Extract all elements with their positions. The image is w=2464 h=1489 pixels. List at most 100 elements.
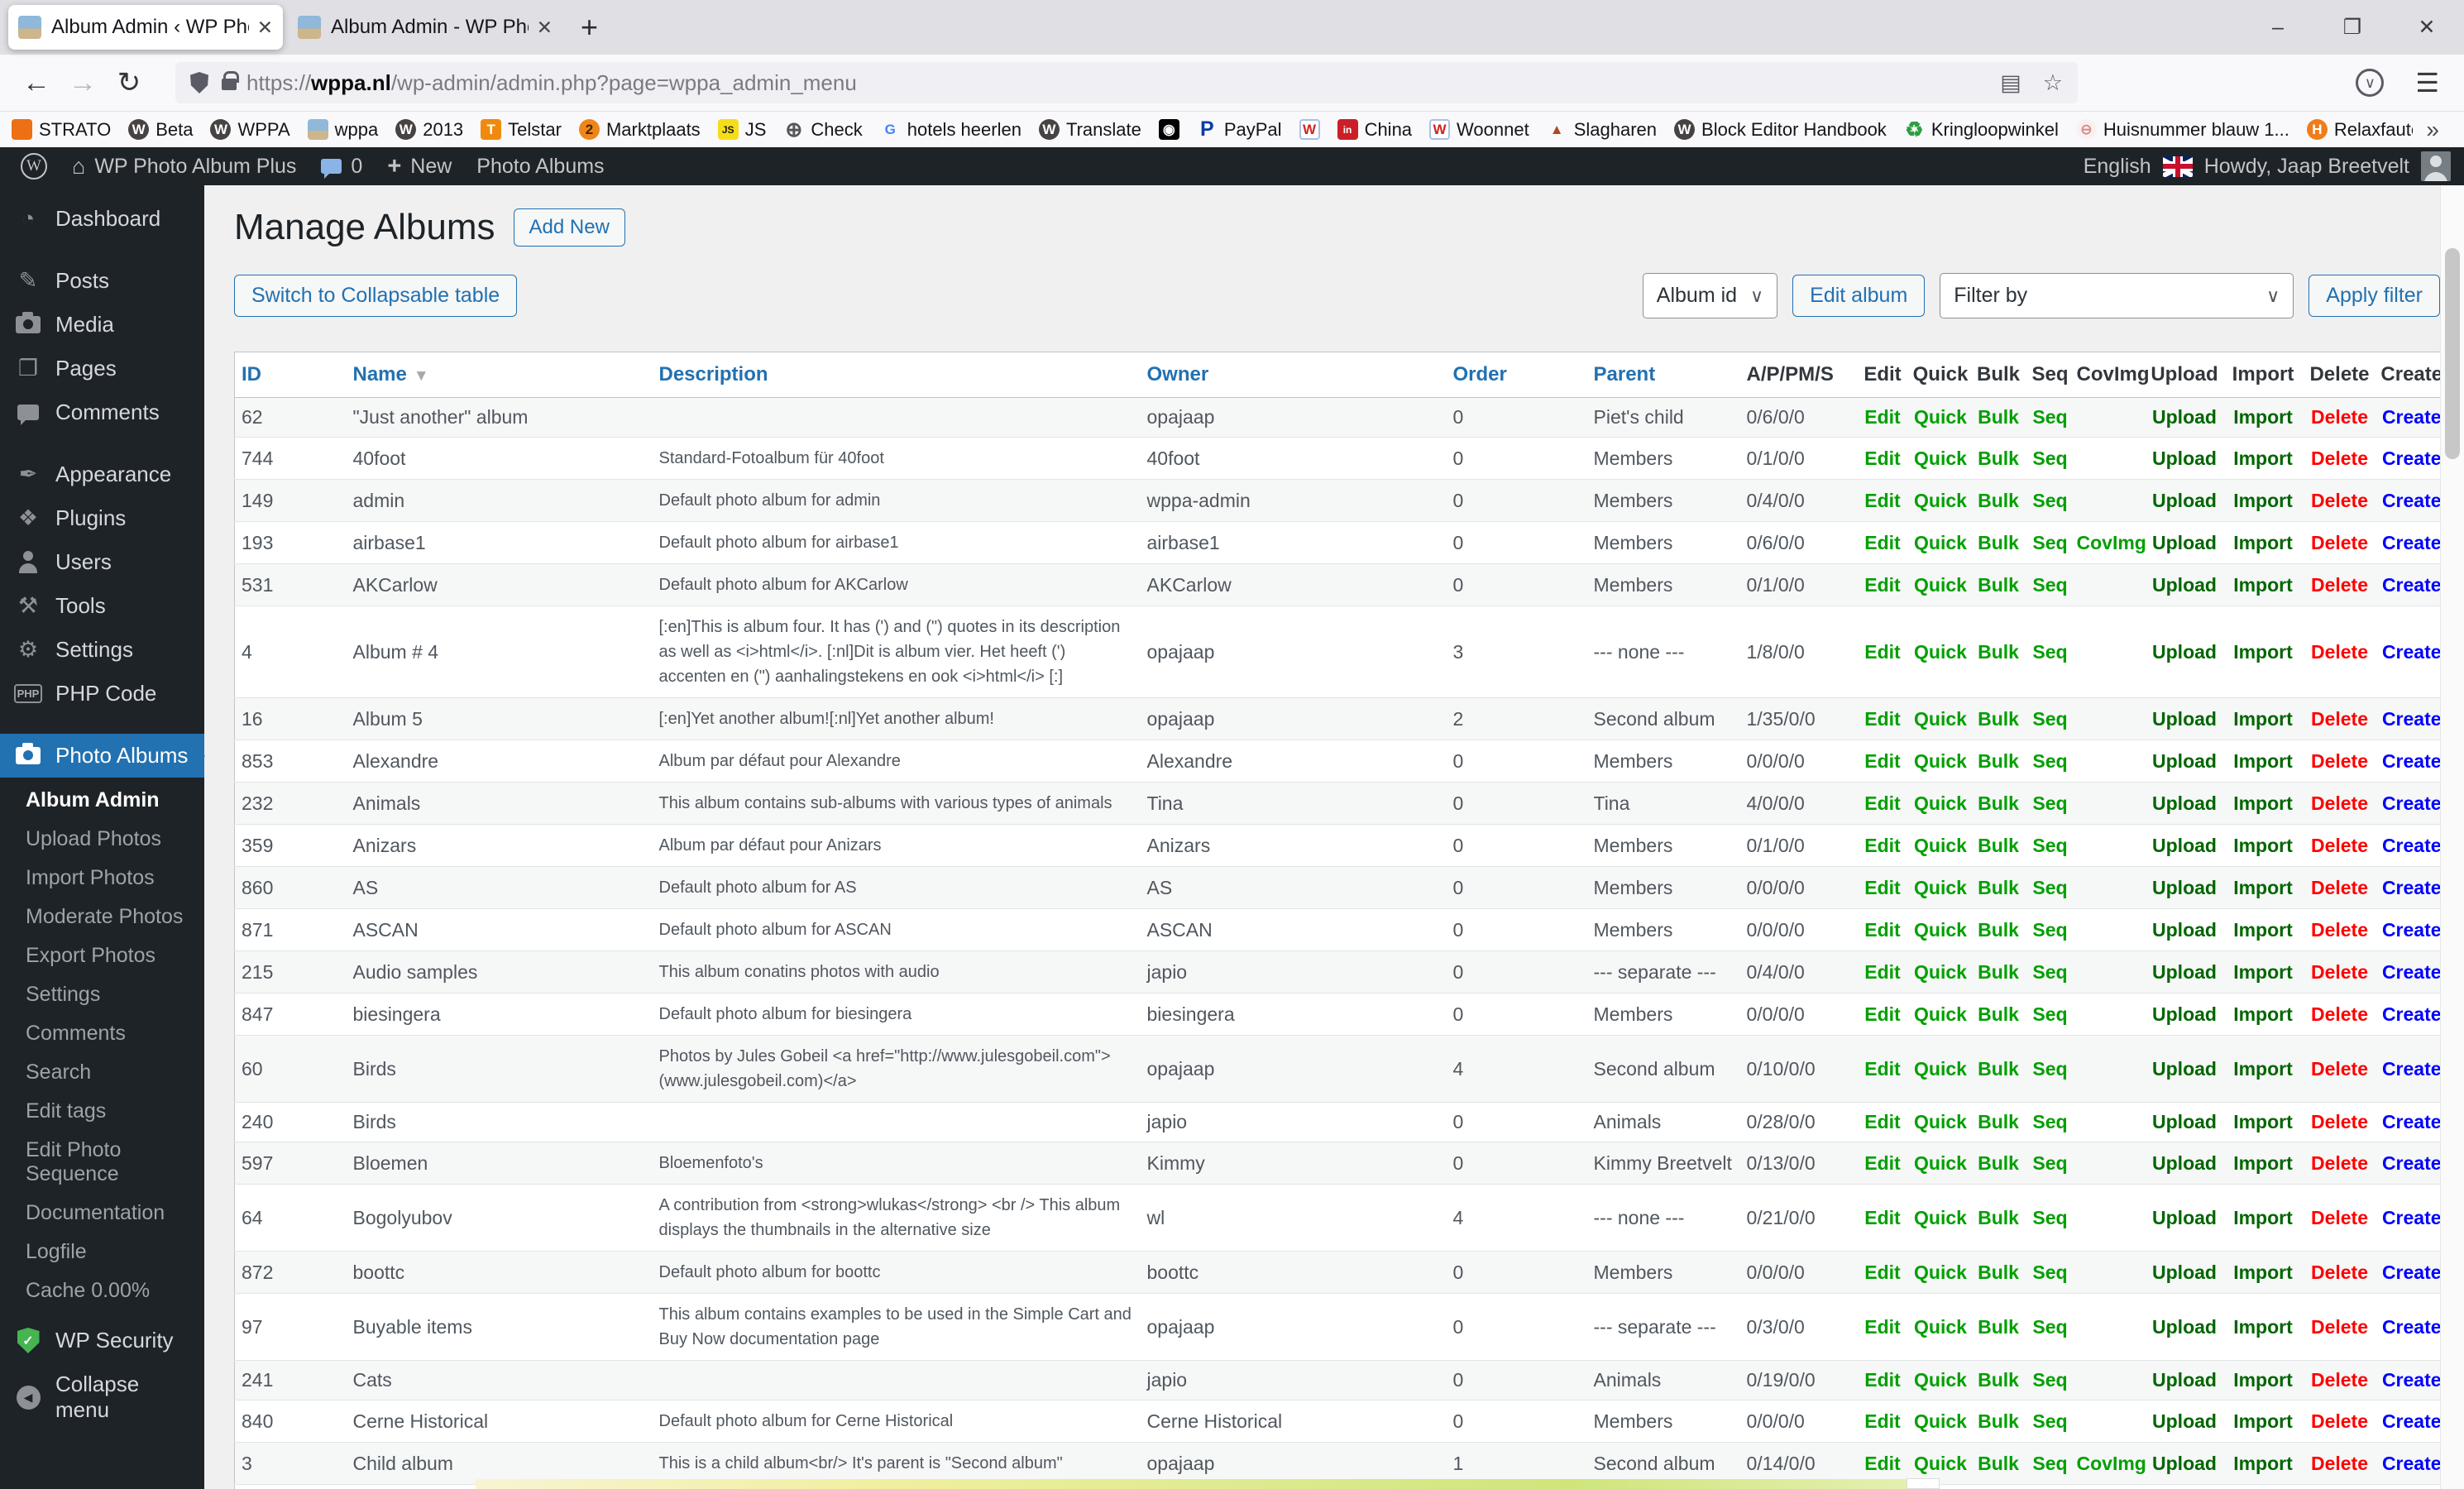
- edit-link[interactable]: Edit: [1864, 877, 1900, 898]
- bookmark-wppa[interactable]: wppa: [307, 119, 378, 141]
- sidebar-item-wp-security[interactable]: ✓ WP Security: [0, 1319, 204, 1362]
- upload-link[interactable]: Upload: [2152, 532, 2217, 553]
- bulk-link[interactable]: Bulk: [1978, 1262, 2019, 1283]
- sidebar-subitem-documentation[interactable]: Documentation: [0, 1194, 204, 1233]
- sidebar-item-appearance[interactable]: ✒ Appearance: [0, 452, 204, 496]
- seq-link[interactable]: Seq: [2032, 490, 2067, 511]
- edit-link[interactable]: Edit: [1864, 1152, 1900, 1174]
- seq-link[interactable]: Seq: [2032, 708, 2067, 730]
- create-link[interactable]: Create: [2382, 1207, 2442, 1228]
- sidebar-subitem-cache-0-00[interactable]: Cache 0.00%: [0, 1271, 204, 1310]
- upload-link[interactable]: Upload: [2152, 1316, 2217, 1338]
- import-link[interactable]: Import: [2233, 1111, 2293, 1132]
- import-link[interactable]: Import: [2233, 750, 2293, 772]
- bulk-link[interactable]: Bulk: [1978, 1369, 2019, 1391]
- delete-link[interactable]: Delete: [2311, 1207, 2368, 1228]
- import-link[interactable]: Import: [2233, 1058, 2293, 1080]
- edit-link[interactable]: Edit: [1864, 574, 1900, 596]
- upload-link[interactable]: Upload: [2152, 1058, 2217, 1080]
- delete-link[interactable]: Delete: [2311, 835, 2368, 856]
- tab-close-icon[interactable]: ✕: [257, 17, 273, 39]
- quick-link[interactable]: Quick: [1914, 792, 1967, 814]
- seq-link[interactable]: Seq: [2032, 877, 2067, 898]
- edit-link[interactable]: Edit: [1864, 448, 1900, 469]
- create-link[interactable]: Create: [2382, 877, 2442, 898]
- bulk-link[interactable]: Bulk: [1978, 750, 2019, 772]
- delete-link[interactable]: Delete: [2311, 961, 2368, 983]
- sidebar-item-tools[interactable]: ⚒ Tools: [0, 584, 204, 628]
- bulk-link[interactable]: Bulk: [1978, 961, 2019, 983]
- upload-link[interactable]: Upload: [2152, 708, 2217, 730]
- seq-link[interactable]: Seq: [2032, 641, 2067, 663]
- sidebar-subitem-moderate-photos[interactable]: Moderate Photos: [0, 898, 204, 936]
- delete-link[interactable]: Delete: [2311, 1410, 2368, 1432]
- import-link[interactable]: Import: [2233, 1369, 2293, 1391]
- create-link[interactable]: Create: [2382, 574, 2442, 596]
- import-link[interactable]: Import: [2233, 1410, 2293, 1432]
- bulk-link[interactable]: Bulk: [1978, 792, 2019, 814]
- edit-link[interactable]: Edit: [1864, 1262, 1900, 1283]
- tab-close-icon[interactable]: ✕: [537, 17, 553, 39]
- edit-link[interactable]: Edit: [1864, 792, 1900, 814]
- import-link[interactable]: Import: [2233, 641, 2293, 663]
- import-link[interactable]: Import: [2233, 1316, 2293, 1338]
- seq-link[interactable]: Seq: [2032, 532, 2067, 553]
- upload-link[interactable]: Upload: [2152, 961, 2217, 983]
- quick-link[interactable]: Quick: [1914, 919, 1967, 941]
- seq-link[interactable]: Seq: [2032, 792, 2067, 814]
- back-icon[interactable]: ←: [13, 67, 60, 99]
- edit-album-button[interactable]: Edit album: [1792, 275, 1926, 317]
- seq-link[interactable]: Seq: [2032, 919, 2067, 941]
- browser-tab-inactive[interactable]: Album Admin - WP Photo Albu ✕: [288, 5, 562, 50]
- bulk-link[interactable]: Bulk: [1978, 574, 2019, 596]
- upload-link[interactable]: Upload: [2152, 1453, 2217, 1474]
- column-header-owner[interactable]: Owner: [1140, 352, 1447, 398]
- sidebar-subitem-album-admin[interactable]: Album Admin: [0, 781, 204, 820]
- seq-link[interactable]: Seq: [2032, 448, 2067, 469]
- delete-link[interactable]: Delete: [2311, 919, 2368, 941]
- sidebar-subitem-edit-photo-sequence[interactable]: Edit Photo Sequence: [0, 1131, 204, 1194]
- add-new-button[interactable]: Add New: [513, 208, 625, 247]
- import-link[interactable]: Import: [2233, 1003, 2293, 1025]
- import-link[interactable]: Import: [2233, 490, 2293, 511]
- bookmark-marktplaats[interactable]: 2 Marktplaats: [578, 119, 701, 141]
- sidebar-item-comments[interactable]: Comments: [0, 390, 204, 434]
- seq-link[interactable]: Seq: [2032, 1262, 2067, 1283]
- sidebar-item-pages[interactable]: ❐ Pages: [0, 347, 204, 390]
- bookmark-icon[interactable]: ◉: [1158, 119, 1179, 140]
- upload-link[interactable]: Upload: [2152, 877, 2217, 898]
- upload-link[interactable]: Upload: [2152, 574, 2217, 596]
- reader-view-icon[interactable]: ▤: [2000, 70, 2021, 96]
- bulk-link[interactable]: Bulk: [1978, 1058, 2019, 1080]
- upload-link[interactable]: Upload: [2152, 919, 2217, 941]
- bookmark-beta[interactable]: W Beta: [128, 119, 193, 141]
- create-link[interactable]: Create: [2382, 1453, 2442, 1474]
- bookmark-telstar[interactable]: T Telstar: [481, 119, 562, 141]
- sidebar-subitem-import-photos[interactable]: Import Photos: [0, 859, 204, 898]
- quick-link[interactable]: Quick: [1914, 1369, 1967, 1391]
- bookmark-kringloopwinkel[interactable]: ♻ Kringloopwinkel: [1904, 119, 2059, 141]
- edit-link[interactable]: Edit: [1864, 1207, 1900, 1228]
- import-link[interactable]: Import: [2233, 448, 2293, 469]
- column-header-order[interactable]: Order: [1446, 352, 1587, 398]
- seq-link[interactable]: Seq: [2032, 835, 2067, 856]
- create-link[interactable]: Create: [2382, 1058, 2442, 1080]
- edit-link[interactable]: Edit: [1864, 1369, 1900, 1391]
- quick-link[interactable]: Quick: [1914, 490, 1967, 511]
- edit-link[interactable]: Edit: [1864, 1453, 1900, 1474]
- howdy-label[interactable]: Howdy, Jaap Breetvelt: [2204, 155, 2409, 179]
- delete-link[interactable]: Delete: [2311, 877, 2368, 898]
- create-link[interactable]: Create: [2382, 1262, 2442, 1283]
- quick-link[interactable]: Quick: [1914, 1453, 1967, 1474]
- upload-link[interactable]: Upload: [2152, 1207, 2217, 1228]
- delete-link[interactable]: Delete: [2311, 792, 2368, 814]
- upload-link[interactable]: Upload: [2152, 1152, 2217, 1174]
- bookmark-block-editor-handbook[interactable]: W Block Editor Handbook: [1674, 119, 1887, 141]
- forward-icon[interactable]: →: [60, 67, 106, 99]
- quick-link[interactable]: Quick: [1914, 750, 1967, 772]
- create-link[interactable]: Create: [2382, 1003, 2442, 1025]
- bookmark-wppa[interactable]: W WPPA: [210, 119, 290, 141]
- bookmark-star-icon[interactable]: ☆: [2043, 70, 2063, 96]
- close-button[interactable]: ✕: [2390, 0, 2464, 55]
- bulk-link[interactable]: Bulk: [1978, 406, 2019, 428]
